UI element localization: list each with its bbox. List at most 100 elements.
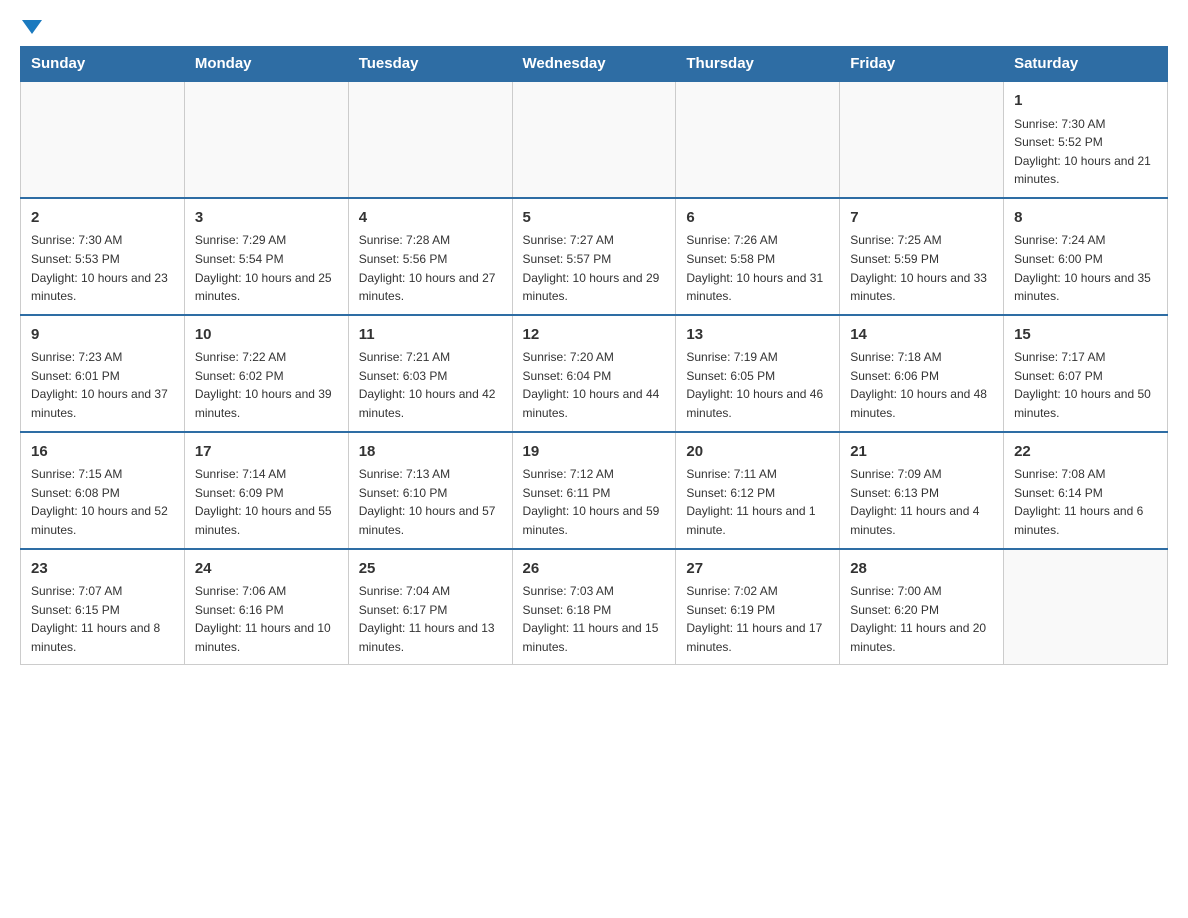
day-info: Sunrise: 7:03 AM Sunset: 6:18 PM Dayligh… (523, 582, 666, 656)
day-info: Sunrise: 7:14 AM Sunset: 6:09 PM Dayligh… (195, 465, 338, 539)
calendar-cell (184, 81, 348, 198)
day-number: 10 (195, 324, 338, 347)
calendar-cell (21, 81, 185, 198)
calendar-header: SundayMondayTuesdayWednesdayThursdayFrid… (21, 47, 1168, 82)
day-number: 2 (31, 207, 174, 230)
day-number: 5 (523, 207, 666, 230)
calendar-cell: 19Sunrise: 7:12 AM Sunset: 6:11 PM Dayli… (512, 432, 676, 549)
day-number: 19 (523, 441, 666, 464)
calendar-cell: 2Sunrise: 7:30 AM Sunset: 5:53 PM Daylig… (21, 198, 185, 315)
calendar-cell: 24Sunrise: 7:06 AM Sunset: 6:16 PM Dayli… (184, 549, 348, 665)
logo (20, 20, 44, 36)
calendar-cell: 27Sunrise: 7:02 AM Sunset: 6:19 PM Dayli… (676, 549, 840, 665)
calendar-cell: 14Sunrise: 7:18 AM Sunset: 6:06 PM Dayli… (840, 315, 1004, 432)
calendar-cell: 13Sunrise: 7:19 AM Sunset: 6:05 PM Dayli… (676, 315, 840, 432)
day-info: Sunrise: 7:09 AM Sunset: 6:13 PM Dayligh… (850, 465, 993, 539)
day-info: Sunrise: 7:20 AM Sunset: 6:04 PM Dayligh… (523, 348, 666, 422)
day-number: 20 (686, 441, 829, 464)
day-info: Sunrise: 7:21 AM Sunset: 6:03 PM Dayligh… (359, 348, 502, 422)
calendar-cell: 18Sunrise: 7:13 AM Sunset: 6:10 PM Dayli… (348, 432, 512, 549)
weekday-header-tuesday: Tuesday (348, 47, 512, 82)
day-number: 27 (686, 558, 829, 581)
day-number: 11 (359, 324, 502, 347)
day-info: Sunrise: 7:07 AM Sunset: 6:15 PM Dayligh… (31, 582, 174, 656)
day-number: 18 (359, 441, 502, 464)
day-number: 22 (1014, 441, 1157, 464)
calendar-cell: 15Sunrise: 7:17 AM Sunset: 6:07 PM Dayli… (1004, 315, 1168, 432)
day-info: Sunrise: 7:30 AM Sunset: 5:53 PM Dayligh… (31, 231, 174, 305)
day-number: 28 (850, 558, 993, 581)
calendar-cell: 21Sunrise: 7:09 AM Sunset: 6:13 PM Dayli… (840, 432, 1004, 549)
calendar-cell: 6Sunrise: 7:26 AM Sunset: 5:58 PM Daylig… (676, 198, 840, 315)
calendar-cell (676, 81, 840, 198)
day-number: 15 (1014, 324, 1157, 347)
calendar-cell: 26Sunrise: 7:03 AM Sunset: 6:18 PM Dayli… (512, 549, 676, 665)
day-number: 3 (195, 207, 338, 230)
calendar-cell: 17Sunrise: 7:14 AM Sunset: 6:09 PM Dayli… (184, 432, 348, 549)
weekday-header-sunday: Sunday (21, 47, 185, 82)
day-info: Sunrise: 7:13 AM Sunset: 6:10 PM Dayligh… (359, 465, 502, 539)
day-info: Sunrise: 7:19 AM Sunset: 6:05 PM Dayligh… (686, 348, 829, 422)
day-info: Sunrise: 7:23 AM Sunset: 6:01 PM Dayligh… (31, 348, 174, 422)
day-number: 6 (686, 207, 829, 230)
day-number: 13 (686, 324, 829, 347)
day-info: Sunrise: 7:12 AM Sunset: 6:11 PM Dayligh… (523, 465, 666, 539)
calendar-cell: 28Sunrise: 7:00 AM Sunset: 6:20 PM Dayli… (840, 549, 1004, 665)
calendar-week-5: 23Sunrise: 7:07 AM Sunset: 6:15 PM Dayli… (21, 549, 1168, 665)
calendar-cell: 3Sunrise: 7:29 AM Sunset: 5:54 PM Daylig… (184, 198, 348, 315)
calendar-cell (1004, 549, 1168, 665)
day-info: Sunrise: 7:25 AM Sunset: 5:59 PM Dayligh… (850, 231, 993, 305)
day-number: 17 (195, 441, 338, 464)
day-info: Sunrise: 7:15 AM Sunset: 6:08 PM Dayligh… (31, 465, 174, 539)
calendar-cell: 20Sunrise: 7:11 AM Sunset: 6:12 PM Dayli… (676, 432, 840, 549)
day-info: Sunrise: 7:02 AM Sunset: 6:19 PM Dayligh… (686, 582, 829, 656)
day-number: 4 (359, 207, 502, 230)
day-info: Sunrise: 7:17 AM Sunset: 6:07 PM Dayligh… (1014, 348, 1157, 422)
calendar-cell: 11Sunrise: 7:21 AM Sunset: 6:03 PM Dayli… (348, 315, 512, 432)
calendar-week-1: 1Sunrise: 7:30 AM Sunset: 5:52 PM Daylig… (21, 81, 1168, 198)
day-number: 24 (195, 558, 338, 581)
weekday-header-monday: Monday (184, 47, 348, 82)
weekday-header-thursday: Thursday (676, 47, 840, 82)
day-info: Sunrise: 7:27 AM Sunset: 5:57 PM Dayligh… (523, 231, 666, 305)
calendar-cell: 23Sunrise: 7:07 AM Sunset: 6:15 PM Dayli… (21, 549, 185, 665)
day-number: 12 (523, 324, 666, 347)
day-info: Sunrise: 7:18 AM Sunset: 6:06 PM Dayligh… (850, 348, 993, 422)
calendar-cell (348, 81, 512, 198)
day-number: 7 (850, 207, 993, 230)
day-info: Sunrise: 7:06 AM Sunset: 6:16 PM Dayligh… (195, 582, 338, 656)
day-info: Sunrise: 7:08 AM Sunset: 6:14 PM Dayligh… (1014, 465, 1157, 539)
calendar-cell: 1Sunrise: 7:30 AM Sunset: 5:52 PM Daylig… (1004, 81, 1168, 198)
day-number: 14 (850, 324, 993, 347)
calendar-cell: 25Sunrise: 7:04 AM Sunset: 6:17 PM Dayli… (348, 549, 512, 665)
day-info: Sunrise: 7:29 AM Sunset: 5:54 PM Dayligh… (195, 231, 338, 305)
day-number: 8 (1014, 207, 1157, 230)
day-number: 25 (359, 558, 502, 581)
day-number: 1 (1014, 90, 1157, 113)
calendar-body: 1Sunrise: 7:30 AM Sunset: 5:52 PM Daylig… (21, 81, 1168, 665)
calendar-week-3: 9Sunrise: 7:23 AM Sunset: 6:01 PM Daylig… (21, 315, 1168, 432)
calendar-cell: 12Sunrise: 7:20 AM Sunset: 6:04 PM Dayli… (512, 315, 676, 432)
logo-arrow-icon (22, 20, 42, 34)
calendar-cell (512, 81, 676, 198)
calendar-cell: 9Sunrise: 7:23 AM Sunset: 6:01 PM Daylig… (21, 315, 185, 432)
weekday-header-wednesday: Wednesday (512, 47, 676, 82)
calendar-table: SundayMondayTuesdayWednesdayThursdayFrid… (20, 46, 1168, 665)
day-info: Sunrise: 7:26 AM Sunset: 5:58 PM Dayligh… (686, 231, 829, 305)
day-info: Sunrise: 7:00 AM Sunset: 6:20 PM Dayligh… (850, 582, 993, 656)
calendar-cell: 5Sunrise: 7:27 AM Sunset: 5:57 PM Daylig… (512, 198, 676, 315)
weekday-header-friday: Friday (840, 47, 1004, 82)
day-number: 23 (31, 558, 174, 581)
calendar-cell: 8Sunrise: 7:24 AM Sunset: 6:00 PM Daylig… (1004, 198, 1168, 315)
day-info: Sunrise: 7:22 AM Sunset: 6:02 PM Dayligh… (195, 348, 338, 422)
day-number: 16 (31, 441, 174, 464)
day-info: Sunrise: 7:04 AM Sunset: 6:17 PM Dayligh… (359, 582, 502, 656)
weekday-header-saturday: Saturday (1004, 47, 1168, 82)
calendar-week-2: 2Sunrise: 7:30 AM Sunset: 5:53 PM Daylig… (21, 198, 1168, 315)
day-number: 26 (523, 558, 666, 581)
day-info: Sunrise: 7:24 AM Sunset: 6:00 PM Dayligh… (1014, 231, 1157, 305)
calendar-cell: 10Sunrise: 7:22 AM Sunset: 6:02 PM Dayli… (184, 315, 348, 432)
day-number: 9 (31, 324, 174, 347)
day-info: Sunrise: 7:28 AM Sunset: 5:56 PM Dayligh… (359, 231, 502, 305)
calendar-week-4: 16Sunrise: 7:15 AM Sunset: 6:08 PM Dayli… (21, 432, 1168, 549)
